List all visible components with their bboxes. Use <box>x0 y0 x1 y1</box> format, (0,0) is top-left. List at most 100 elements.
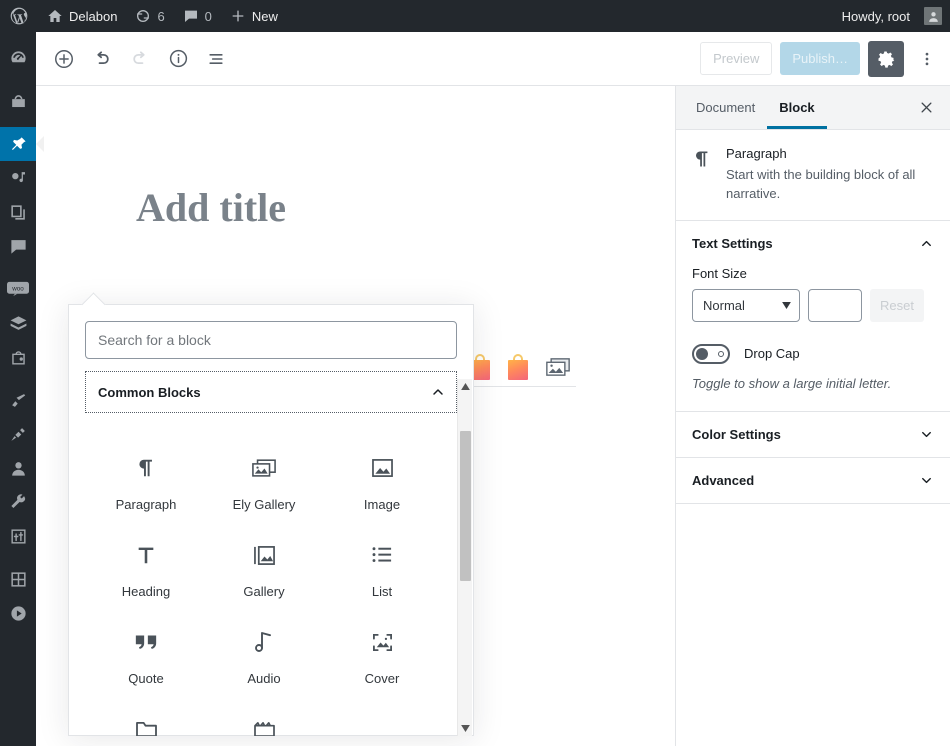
undo-button[interactable] <box>84 41 120 77</box>
block-item-list[interactable]: List <box>323 526 441 613</box>
block-item-paragraph[interactable]: Paragraph <box>87 439 205 526</box>
sidebar-item-plugins[interactable] <box>0 417 36 451</box>
font-size-controls: Normal Reset <box>692 288 934 322</box>
panel-title: Text Settings <box>692 235 773 251</box>
sliders-icon <box>9 527 28 546</box>
block-item-placeholder[interactable] <box>323 700 441 736</box>
sidebar-item-woocommerce[interactable]: woo <box>0 272 36 306</box>
home-icon <box>47 8 63 24</box>
sidebar-item-store[interactable] <box>0 84 36 118</box>
floating-block-icons <box>470 354 570 380</box>
sidebar-item-dashboard[interactable] <box>0 41 36 75</box>
new-content-button[interactable]: New <box>221 0 287 32</box>
block-item-ely-gallery[interactable]: Ely Gallery <box>205 439 323 526</box>
preview-button[interactable]: Preview <box>700 42 773 75</box>
gallery-images-icon[interactable] <box>546 357 570 377</box>
sidebar-item-settings[interactable] <box>0 519 36 553</box>
sidebar-item-appearance[interactable] <box>0 383 36 417</box>
grid-icon <box>9 570 28 589</box>
pages-icon <box>9 203 28 222</box>
sidebar-item-pages[interactable] <box>0 195 36 229</box>
block-item-image[interactable]: Image <box>323 439 441 526</box>
plug-icon <box>9 425 28 444</box>
block-item-heading[interactable]: Heading <box>87 526 205 613</box>
gallery-icon <box>253 542 276 568</box>
media-icon <box>9 169 28 188</box>
sidebar-item-player[interactable] <box>0 596 36 630</box>
panel-text-settings: Text Settings Font Size Normal Reset Dro… <box>676 221 950 412</box>
user-icon <box>9 459 28 478</box>
panel-text-settings-header[interactable]: Text Settings <box>676 221 950 266</box>
more-options-button[interactable] <box>912 41 942 77</box>
wordpress-logo-icon <box>9 6 29 26</box>
redo-button[interactable] <box>122 41 158 77</box>
sidebar-item-marketing[interactable] <box>0 340 36 374</box>
font-size-number-input[interactable] <box>808 288 862 322</box>
close-sidebar-button[interactable] <box>910 92 942 124</box>
common-blocks-panel-header[interactable]: Common Blocks <box>85 371 457 413</box>
menu-spacer <box>0 32 36 41</box>
drop-cap-help-text: Toggle to show a large initial letter. <box>692 375 892 391</box>
panel-color-settings: Color Settings <box>676 412 950 458</box>
panel-advanced: Advanced <box>676 458 950 504</box>
inserter-scrollbar[interactable] <box>457 379 472 736</box>
sidebar-item-products[interactable] <box>0 306 36 340</box>
block-item-video[interactable] <box>205 700 323 736</box>
scroll-down-arrow-icon[interactable] <box>458 721 473 736</box>
my-account-button[interactable]: Howdy, root <box>833 0 942 32</box>
sidebar-item-tools[interactable] <box>0 485 36 519</box>
sidebar-item-users[interactable] <box>0 451 36 485</box>
menu-spacer <box>0 263 36 272</box>
store-icon <box>9 92 28 111</box>
wp-logo-button[interactable] <box>0 0 38 32</box>
play-circle-icon <box>9 604 28 623</box>
bag-tag-icon <box>9 348 28 367</box>
sidebar-item-comments[interactable] <box>0 229 36 263</box>
svg-text:woo: woo <box>11 286 24 293</box>
new-content-label: New <box>251 8 278 24</box>
tab-document[interactable]: Document <box>684 86 767 129</box>
block-label: List <box>371 584 393 599</box>
block-label: Cover <box>364 671 400 686</box>
block-item-gallery[interactable]: Gallery <box>205 526 323 613</box>
chevron-up-icon <box>430 384 446 400</box>
block-label: Paragraph <box>115 497 177 512</box>
heading-icon <box>135 542 157 568</box>
sidebar-item-posts[interactable] <box>0 127 44 161</box>
comments-button[interactable]: 0 <box>174 0 221 32</box>
sidebar-tabs: Document Block <box>676 86 950 130</box>
content-info-button[interactable] <box>160 41 196 77</box>
tab-block[interactable]: Block <box>767 86 827 129</box>
chevron-down-icon <box>782 301 791 309</box>
font-size-label: Font Size <box>692 265 747 281</box>
search-input[interactable] <box>85 321 457 359</box>
block-item-cover[interactable]: Cover <box>323 613 441 700</box>
font-size-value: Normal <box>703 297 745 313</box>
block-item-quote[interactable]: Quote <box>87 613 205 700</box>
site-name-button[interactable]: Delabon <box>38 0 126 32</box>
file-folder-icon <box>135 716 158 736</box>
scroll-up-arrow-icon[interactable] <box>458 379 473 394</box>
audio-icon <box>254 629 274 655</box>
publish-button[interactable]: Publish… <box>780 42 860 75</box>
list-icon <box>371 542 393 568</box>
block-item-audio[interactable]: Audio <box>205 613 323 700</box>
block-navigation-button[interactable] <box>198 41 234 77</box>
sidebar-item-grid[interactable] <box>0 562 36 596</box>
block-list-scroll-area[interactable]: Paragraph Ely Gallery Image Heading Gall… <box>69 429 475 736</box>
font-size-reset-button[interactable]: Reset <box>870 288 924 322</box>
sidebar-item-media[interactable] <box>0 161 36 195</box>
menu-spacer <box>0 553 36 562</box>
drop-cap-toggle[interactable] <box>692 343 730 364</box>
block-item-file[interactable] <box>87 700 205 736</box>
panel-color-settings-header[interactable]: Color Settings <box>676 412 950 457</box>
add-block-button[interactable] <box>46 41 82 77</box>
scrollbar-thumb[interactable] <box>460 431 471 581</box>
post-title-input[interactable]: Add title <box>136 186 576 230</box>
panel-advanced-header[interactable]: Advanced <box>676 458 950 503</box>
shopping-bag-icon[interactable] <box>508 354 530 380</box>
updates-button[interactable]: 6 <box>126 0 173 32</box>
settings-button[interactable] <box>868 40 904 77</box>
font-size-select[interactable]: Normal <box>692 288 800 322</box>
bag-body <box>508 360 528 380</box>
